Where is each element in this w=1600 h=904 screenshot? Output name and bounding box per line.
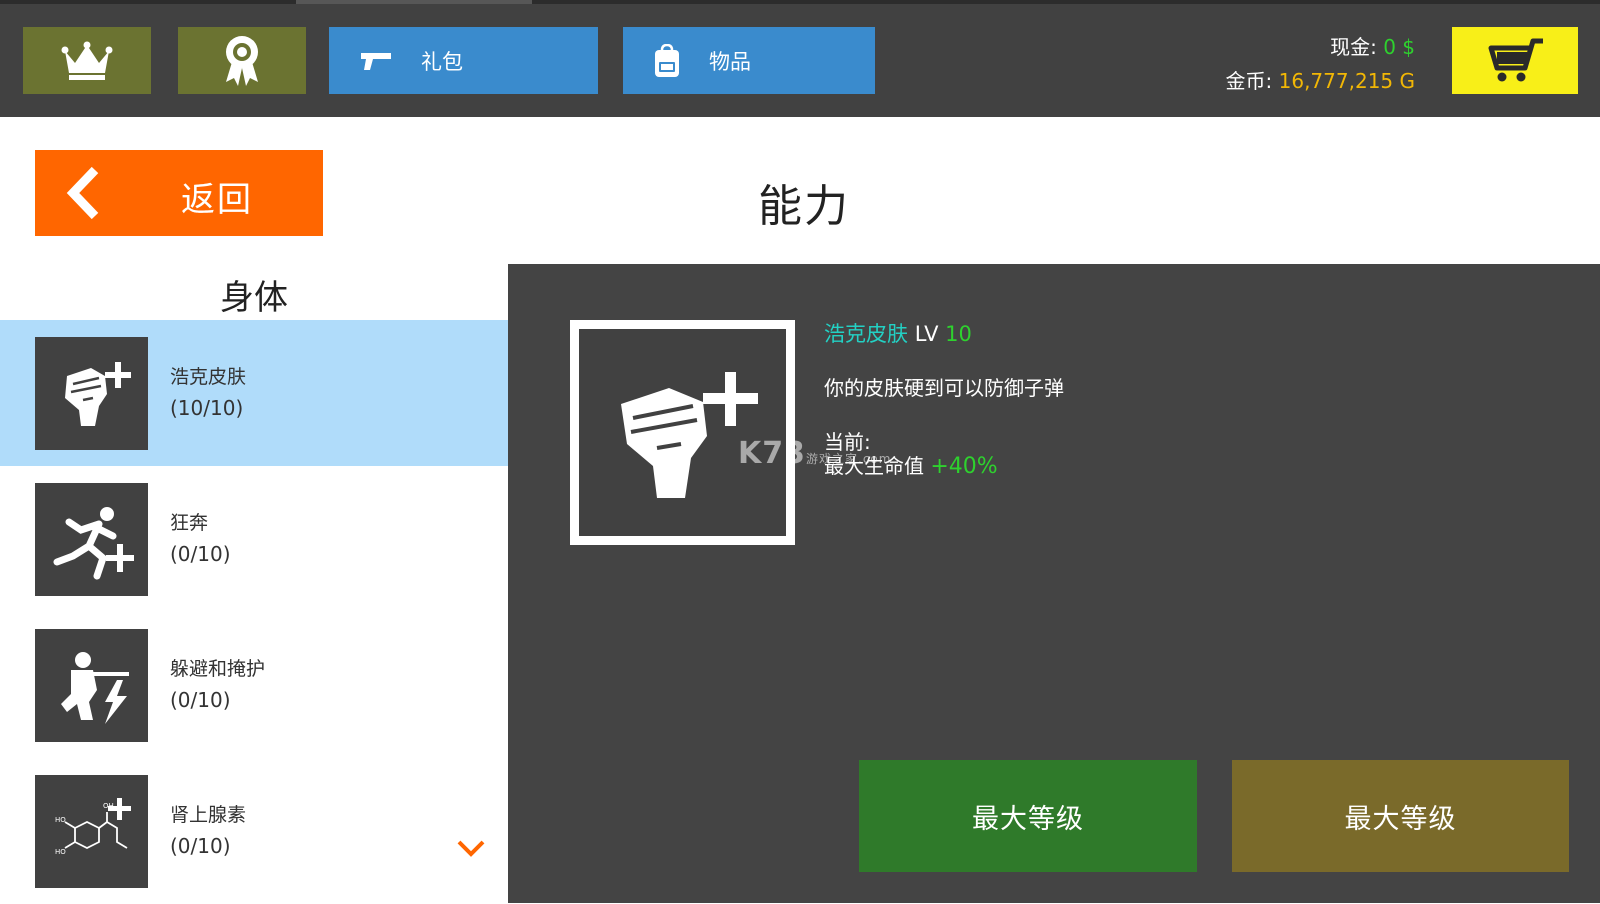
items-label: 物品 xyxy=(709,49,751,74)
chevron-left-icon xyxy=(66,166,99,220)
top-strip xyxy=(0,0,1600,4)
molecule-plus-icon: HO HO OH xyxy=(35,775,148,888)
cart-icon xyxy=(1488,38,1543,81)
skill-row-hulk-skin[interactable]: 浩克皮肤 (10/10) xyxy=(0,320,508,466)
watermark: K73游戏之家.com xyxy=(738,436,891,471)
skill-name: 肾上腺素 xyxy=(170,804,247,826)
cash-row: 现金: 0 $ xyxy=(1226,30,1415,64)
stat-value: +40% xyxy=(930,454,998,479)
skill-detail-name: 浩克皮肤 xyxy=(824,322,908,346)
skill-detail-lv-label: LV xyxy=(914,322,939,346)
skill-name: 狂奔 xyxy=(170,512,209,534)
skill-detail-description: 你的皮肤硬到可以防御子弹 xyxy=(824,376,1064,400)
skill-name: 躲避和掩护 xyxy=(170,658,266,680)
watermark-suffix: .com xyxy=(858,452,892,466)
top-strip-highlight xyxy=(296,0,532,4)
soldier-lightning-icon xyxy=(35,629,148,742)
skill-name: 浩克皮肤 xyxy=(170,366,247,388)
watermark-sub: 游戏之家 xyxy=(806,452,859,466)
gift-pack-label: 礼包 xyxy=(421,49,463,74)
shop-cart-button[interactable] xyxy=(1452,27,1578,94)
gold-label: 金币: xyxy=(1225,69,1273,93)
svg-text:HO: HO xyxy=(55,848,66,856)
scroll-down-button[interactable] xyxy=(456,838,486,862)
gold-row: 金币: 16,777,215 G xyxy=(1226,64,1415,98)
items-button[interactable]: 物品 xyxy=(623,27,875,94)
section-title: 身体 xyxy=(220,278,288,318)
skill-row-adrenaline[interactable]: HO HO OH 肾上腺素 (0/10) xyxy=(0,758,508,904)
backpack-icon xyxy=(655,43,679,77)
max-level-button-green[interactable]: 最大等级 xyxy=(859,760,1197,872)
skill-row-dodge-and-cover[interactable]: 躲避和掩护 (0/10) xyxy=(0,612,508,758)
page-title: 能力 xyxy=(758,181,850,232)
skill-detail-fist-plus-icon xyxy=(570,320,795,545)
back-label: 返回 xyxy=(181,180,253,220)
pistol-icon xyxy=(361,52,391,70)
cash-value: 0 $ xyxy=(1383,35,1415,59)
chevron-down-icon xyxy=(457,840,485,857)
crown-icon xyxy=(61,41,113,80)
max-level-button-olive[interactable]: 最大等级 xyxy=(1232,760,1569,872)
skill-level: (0/10) xyxy=(170,688,231,712)
watermark-main: K73 xyxy=(738,436,806,471)
skill-detail-title: 浩克皮肤 LV 10 xyxy=(824,318,972,348)
svg-text:HO: HO xyxy=(55,816,66,824)
skill-detail-lv-value: 10 xyxy=(945,322,972,346)
skill-level: (10/10) xyxy=(170,396,244,420)
skill-level: (0/10) xyxy=(170,542,231,566)
skill-level: (0/10) xyxy=(170,834,231,858)
fist-plus-icon xyxy=(35,337,148,450)
currency-display: 现金: 0 $ 金币: 16,777,215 G xyxy=(1226,30,1415,98)
runner-plus-icon xyxy=(35,483,148,596)
skill-row-sprint[interactable]: 狂奔 (0/10) xyxy=(0,466,508,612)
gift-pack-button[interactable]: 礼包 xyxy=(329,27,598,94)
medal-icon xyxy=(226,35,258,86)
achievements-button[interactable] xyxy=(178,27,306,94)
gold-value: 16,777,215 G xyxy=(1278,69,1415,93)
ranking-button[interactable] xyxy=(23,27,151,94)
back-button[interactable]: 返回 xyxy=(35,150,323,236)
cash-label: 现金: xyxy=(1330,35,1377,59)
